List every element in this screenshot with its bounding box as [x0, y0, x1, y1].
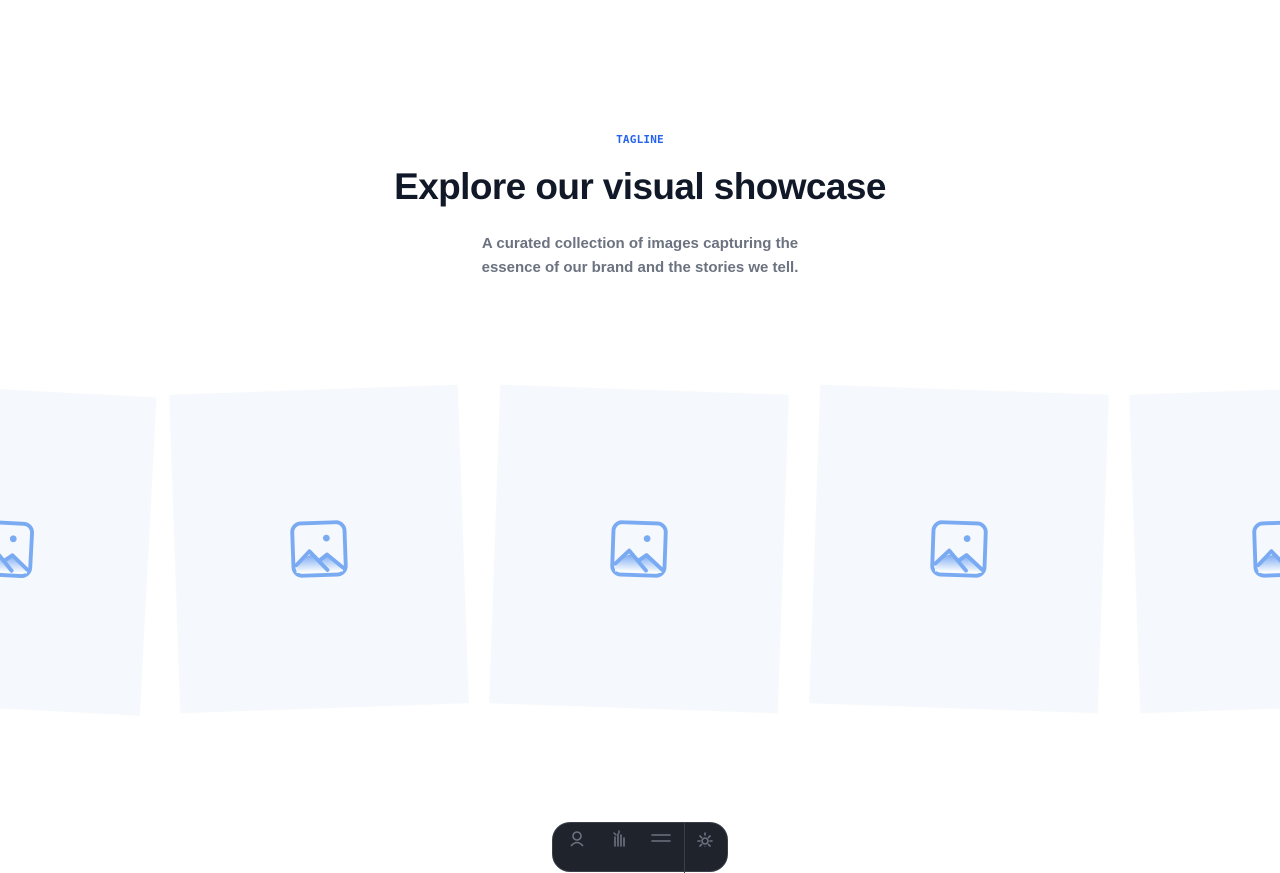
gallery-card[interactable]	[169, 385, 469, 713]
toolbar-divider	[684, 823, 685, 873]
image-gallery	[0, 382, 1280, 725]
hand-icon	[613, 830, 625, 847]
gallery-card[interactable]	[1129, 385, 1280, 713]
gallery-card[interactable]	[809, 385, 1109, 713]
tagline: TAGLINE	[616, 133, 664, 146]
floating-toolbar	[552, 822, 728, 873]
user-icon	[570, 831, 584, 847]
image-placeholder-icon	[610, 520, 668, 578]
settings-button[interactable]	[689, 829, 721, 855]
image-placeholder-icon	[930, 520, 988, 578]
gallery-card[interactable]	[489, 385, 789, 713]
gallery-card[interactable]	[0, 382, 157, 716]
menu-icon	[651, 834, 671, 842]
image-placeholder-icon	[1252, 520, 1280, 578]
image-placeholder-icon	[290, 520, 348, 578]
image-placeholder-icon	[0, 520, 34, 579]
page-title: Explore our visual showcase	[394, 166, 886, 207]
page-subtitle: A curated collection of images capturing…	[481, 235, 799, 276]
menu-button[interactable]	[645, 829, 677, 855]
settings-icon	[697, 832, 713, 847]
user-button[interactable]	[561, 829, 593, 855]
hand-tool-button[interactable]	[603, 829, 635, 855]
